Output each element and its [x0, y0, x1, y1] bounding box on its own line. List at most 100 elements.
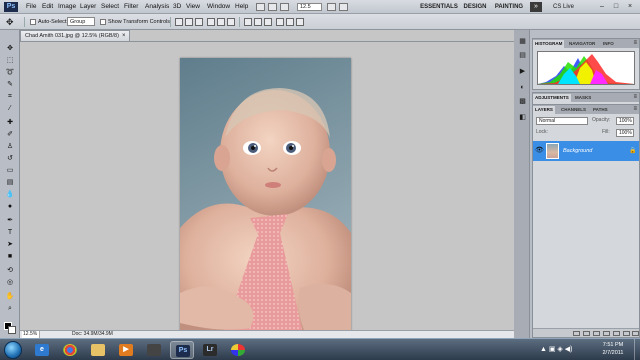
document-tab[interactable]: Chad Amith 031.jpg @ 12.5% (RGB/8) ×: [20, 30, 130, 41]
taskbar-photoshop[interactable]: Ps: [170, 341, 194, 359]
color-panel-icon[interactable]: ◐: [518, 84, 527, 92]
distribute-center-icon[interactable]: [286, 18, 294, 26]
eyedropper-tool-icon[interactable]: ⁄: [3, 104, 17, 113]
layer-row-background[interactable]: 👁 Background 🔒: [533, 141, 639, 161]
path-selection-tool-icon[interactable]: ➤: [3, 240, 17, 249]
shape-tool-icon[interactable]: ■: [3, 252, 17, 261]
new-group-icon[interactable]: [613, 331, 620, 336]
auto-select-checkbox[interactable]: [30, 19, 36, 25]
new-layer-icon[interactable]: [623, 331, 630, 336]
taskbar-media-player[interactable]: ▶: [114, 341, 138, 359]
trash-icon[interactable]: [632, 331, 639, 336]
menu-filter[interactable]: Filter: [124, 3, 138, 11]
tab-channels[interactable]: CHANNELS: [559, 106, 588, 114]
swatches-panel-icon[interactable]: ▩: [518, 98, 527, 106]
auto-select-dropdown[interactable]: Group: [67, 17, 95, 26]
background-color-swatch[interactable]: [8, 326, 16, 334]
blend-mode-dropdown[interactable]: Normal: [536, 117, 588, 125]
menu-view[interactable]: View: [186, 3, 200, 11]
dodge-tool-icon[interactable]: ●: [3, 202, 17, 211]
fill-field[interactable]: 100%: [616, 129, 634, 137]
screen-mode-icon[interactable]: [339, 3, 348, 11]
align-top-icon[interactable]: [175, 18, 183, 26]
menu-file[interactable]: File: [26, 3, 36, 11]
taskbar-ie[interactable]: e: [30, 341, 54, 359]
document-canvas[interactable]: [180, 58, 351, 342]
menu-layer[interactable]: Layer: [80, 3, 96, 11]
menu-help[interactable]: Help: [235, 3, 248, 11]
menu-select[interactable]: Select: [101, 3, 119, 11]
zoom-field[interactable]: 12.5: [297, 3, 322, 11]
taskbar-chrome[interactable]: [58, 341, 82, 359]
workspace-painting[interactable]: PAINTING: [493, 2, 525, 12]
tab-adjustments[interactable]: ADJUSTMENTS: [533, 94, 571, 102]
close-icon[interactable]: ×: [122, 31, 126, 41]
tab-navigator[interactable]: NAVIGATOR: [567, 40, 597, 48]
styles-panel-icon[interactable]: ◧: [518, 114, 527, 122]
healing-brush-tool-icon[interactable]: ✚: [3, 118, 17, 127]
layer-mask-icon[interactable]: [593, 331, 600, 336]
tab-layers[interactable]: LAYERS: [533, 106, 555, 114]
crop-tool-icon[interactable]: ⌗: [3, 92, 17, 101]
tab-info[interactable]: INFO: [601, 40, 616, 48]
taskbar-lightroom[interactable]: Lr: [198, 341, 222, 359]
show-desktop-button[interactable]: [634, 339, 640, 360]
menu-3d[interactable]: 3D: [173, 3, 181, 11]
3d-orbit-tool-icon[interactable]: ◎: [3, 278, 17, 287]
mini-bridge-panel-icon[interactable]: ▦: [518, 38, 527, 46]
history-panel-icon[interactable]: ▤: [518, 52, 527, 60]
workspace-essentials[interactable]: ESSENTIALS: [418, 2, 460, 12]
tab-masks[interactable]: MASKS: [573, 94, 593, 102]
workspace-design[interactable]: DESIGN: [461, 2, 489, 12]
menu-edit[interactable]: Edit: [42, 3, 53, 11]
close-button[interactable]: ×: [624, 2, 636, 12]
hand-icon[interactable]: [280, 3, 289, 11]
distribute-top-icon[interactable]: [244, 18, 252, 26]
adjustment-layer-icon[interactable]: [603, 331, 610, 336]
tab-paths[interactable]: PATHS: [591, 106, 610, 114]
panel-menu-icon[interactable]: ≡: [633, 94, 637, 101]
quick-select-tool-icon[interactable]: ✎: [3, 80, 17, 89]
taskbar-explorer[interactable]: [86, 341, 110, 359]
zoom-tool-icon[interactable]: ⌕: [3, 304, 17, 313]
bridge-icon[interactable]: [256, 3, 265, 11]
document-size-info[interactable]: Doc: 34.9M/34.9M: [72, 331, 113, 338]
marquee-tool-icon[interactable]: ⬚: [3, 56, 17, 65]
align-center-icon[interactable]: [217, 18, 225, 26]
status-zoom-field[interactable]: 12.5%: [22, 331, 40, 338]
clone-stamp-tool-icon[interactable]: ♙: [3, 142, 17, 151]
eraser-tool-icon[interactable]: ▭: [3, 166, 17, 175]
mini-bridge-icon[interactable]: [268, 3, 277, 11]
gradient-tool-icon[interactable]: ▤: [3, 178, 17, 187]
visibility-eye-icon[interactable]: 👁: [535, 147, 545, 155]
taskbar-picasa[interactable]: [226, 341, 250, 359]
link-layers-icon[interactable]: [573, 331, 580, 336]
blur-tool-icon[interactable]: 💧: [3, 190, 17, 199]
align-right-icon[interactable]: [227, 18, 235, 26]
show-transform-checkbox[interactable]: [100, 19, 106, 25]
distribute-left-icon[interactable]: [276, 18, 284, 26]
clock[interactable]: 7:51 PM 2/7/2011: [596, 341, 630, 357]
align-bottom-icon[interactable]: [195, 18, 203, 26]
brush-tool-icon[interactable]: ✐: [3, 130, 17, 139]
distribute-middle-icon[interactable]: [254, 18, 262, 26]
distribute-right-icon[interactable]: [296, 18, 304, 26]
menu-image[interactable]: Image: [58, 3, 76, 11]
type-tool-icon[interactable]: T: [3, 228, 17, 237]
panel-menu-icon[interactable]: ≡: [633, 40, 637, 47]
more-workspaces-button[interactable]: »: [530, 2, 542, 12]
move-tool-icon[interactable]: ✥: [6, 17, 20, 27]
arrange-documents-icon[interactable]: [327, 3, 336, 11]
opacity-field[interactable]: 100%: [616, 117, 634, 125]
history-brush-tool-icon[interactable]: ↺: [3, 154, 17, 163]
move-tool-icon[interactable]: ✥: [3, 44, 17, 53]
minimize-button[interactable]: –: [596, 2, 608, 12]
pen-tool-icon[interactable]: ✒: [3, 216, 17, 225]
tab-histogram[interactable]: HISTOGRAM: [533, 40, 565, 48]
align-middle-icon[interactable]: [185, 18, 193, 26]
menu-analysis[interactable]: Analysis: [145, 3, 169, 11]
start-button[interactable]: [4, 341, 22, 359]
maximize-button[interactable]: □: [610, 2, 622, 12]
taskbar-app[interactable]: [142, 341, 166, 359]
3d-rotate-tool-icon[interactable]: ⟲: [3, 266, 17, 275]
